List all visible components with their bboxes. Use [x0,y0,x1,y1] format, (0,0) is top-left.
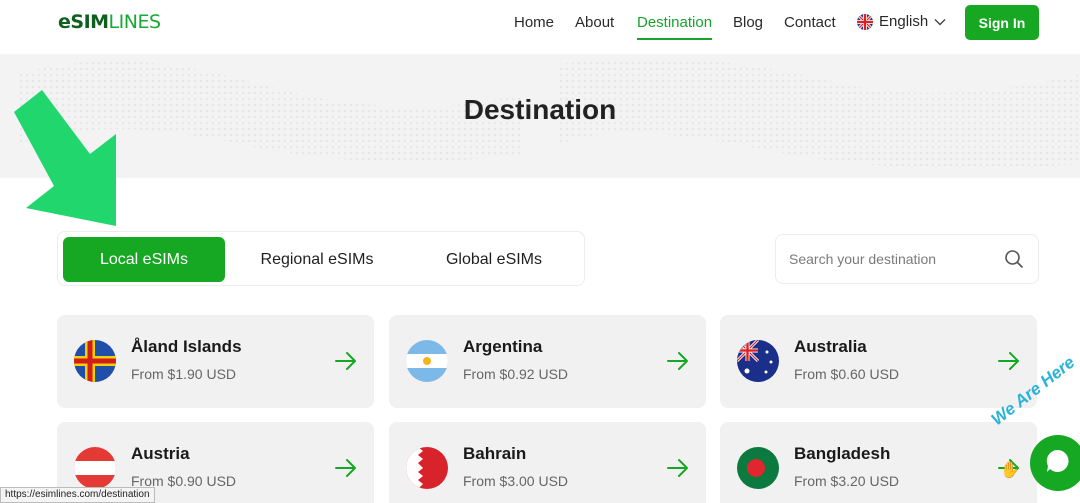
arrow-right-icon[interactable] [666,351,690,376]
site-header: eSIMLINES Home About Destination Blog Co… [0,0,1080,54]
esim-type-tabs: Local eSIMs Regional eSIMs Global eSIMs [57,231,585,286]
destination-card-australia[interactable]: Australia From $0.60 USD [720,315,1037,408]
brand-logo[interactable]: eSIMLINES [58,11,161,33]
destination-price: From $1.90 USD [131,366,237,382]
destination-name: Bangladesh [794,444,891,463]
page-hero: Destination [0,54,1080,178]
waving-hand-icon: ✋ [1000,462,1020,479]
destination-name: Australia [794,337,867,356]
uk-flag-icon [857,13,873,30]
sign-in-button[interactable]: Sign In [965,5,1039,40]
nav-destination[interactable]: Destination [637,14,713,40]
nav-about[interactable]: About [575,14,614,31]
argentina-flag-icon [406,340,448,382]
destination-card-aland-islands[interactable]: Åland Islands From $1.90 USD [57,315,374,408]
destination-name: Bahrain [463,444,527,463]
destination-card-argentina[interactable]: Argentina From $0.92 USD [389,315,706,408]
language-label: English [879,13,929,30]
status-bar-url: https://esimlines.com/destination [0,487,155,503]
destination-search [775,234,1039,284]
austria-flag-icon [74,447,116,489]
destination-price: From $0.92 USD [463,366,569,382]
arrow-right-icon[interactable] [334,351,358,376]
search-icon[interactable] [1004,249,1024,274]
search-input[interactable] [789,248,989,270]
destination-price: From $3.00 USD [463,473,569,489]
australia-flag-icon [737,340,779,382]
aland-islands-flag-icon [74,340,116,382]
nav-home[interactable]: Home [514,14,554,31]
tab-global-esims[interactable]: Global eSIMs [413,237,575,282]
bangladesh-flag-icon [737,447,779,489]
annotation-arrow-icon [14,90,116,226]
arrow-right-icon[interactable] [666,458,690,483]
chevron-down-icon [934,13,946,30]
destination-price: From $3.20 USD [794,473,900,489]
chat-icon [1044,447,1072,480]
nav-blog[interactable]: Blog [733,14,763,31]
page-title: Destination [463,94,617,125]
destination-price: From $0.60 USD [794,366,900,382]
bahrain-flag-icon [406,447,448,489]
destination-name: Argentina [463,337,543,356]
arrow-right-icon[interactable] [997,351,1021,376]
chat-button[interactable] [1030,435,1080,491]
destination-card-bahrain[interactable]: Bahrain From $3.00 USD [389,422,706,503]
language-selector[interactable]: English [857,13,946,30]
destination-card-bangladesh[interactable]: Bangladesh From $3.20 USD [720,422,1037,503]
tab-local-esims[interactable]: Local eSIMs [63,237,225,282]
destination-name: Austria [131,444,190,463]
destination-name: Åland Islands [131,337,242,356]
tab-regional-esims[interactable]: Regional eSIMs [236,237,398,282]
nav-contact[interactable]: Contact [784,14,836,31]
arrow-right-icon[interactable] [334,458,358,483]
